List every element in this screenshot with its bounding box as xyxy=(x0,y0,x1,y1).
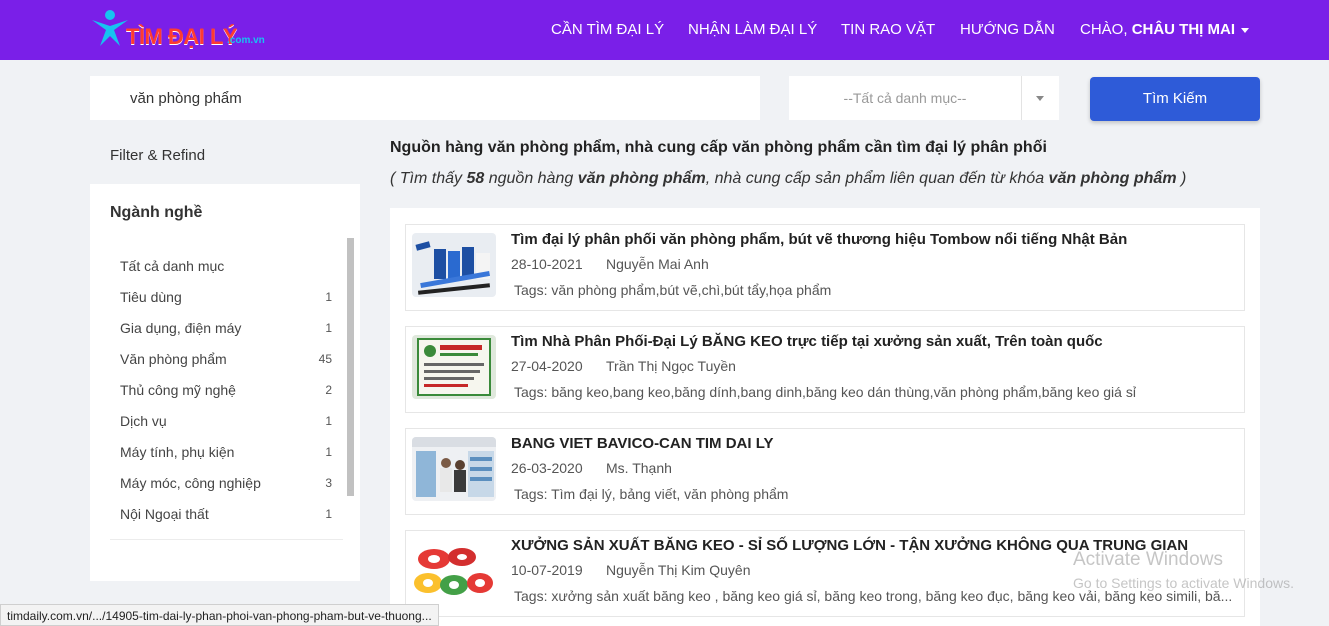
sidebar-heading: Ngành nghề xyxy=(110,204,203,221)
user-menu[interactable]: CHÀO, CHÂU THỊ MAI xyxy=(1080,0,1250,60)
category-label: Gia dụng, điện máy xyxy=(120,320,242,336)
category-count: 2 xyxy=(325,383,332,397)
nav-tin-rao-vat[interactable]: TIN RAO VẶT xyxy=(841,0,935,60)
nav-huong-dan[interactable]: HƯỚNG DẪN xyxy=(960,0,1055,60)
result-author: Trần Thị Ngọc Tuyền xyxy=(606,358,736,374)
sidebar-panel: Ngành nghề Tất cả danh mục Tiêu dùng 1 G… xyxy=(90,184,360,581)
category-item[interactable]: Máy móc, công nghiệp 3 xyxy=(120,475,332,506)
nav-nhan-lam-dai-ly[interactable]: NHẬN LÀM ĐẠI LÝ xyxy=(688,0,817,60)
result-card[interactable]: BANG VIET BAVICO-CAN TIM DAI LY 26-03-20… xyxy=(405,428,1245,515)
category-item[interactable]: Tiêu dùng 1 xyxy=(120,289,332,320)
nav-can-tim-dai-ly[interactable]: CẦN TÌM ĐẠI LÝ xyxy=(551,0,664,60)
top-navbar: TÌM ĐẠI LÝ .com.vn CẦN TÌM ĐẠI LÝ NHẬN L… xyxy=(0,0,1329,60)
result-title[interactable]: Tìm đại lý phân phối văn phòng phẩm, bút… xyxy=(511,231,1127,248)
category-scrollbar[interactable] xyxy=(347,238,354,496)
search-button[interactable]: Tìm Kiếm xyxy=(1090,77,1260,121)
category-item[interactable]: Tất cả danh mục xyxy=(120,258,332,289)
results-title: Nguồn hàng văn phòng phẩm, nhà cung cấp … xyxy=(390,139,1047,156)
result-author: Nguyễn Mai Anh xyxy=(606,256,709,272)
result-thumbnail[interactable] xyxy=(412,233,496,297)
category-select-value: --Tất cả danh mục-- xyxy=(843,90,967,106)
select-divider xyxy=(1021,76,1022,120)
result-thumbnail[interactable] xyxy=(412,335,496,399)
result-date: 27-04-2020 xyxy=(511,358,583,374)
category-label: Văn phòng phẩm xyxy=(120,351,227,367)
chevron-down-icon xyxy=(1241,27,1250,33)
result-tags: Tags: băng keo,bang keo,băng dính,bang d… xyxy=(514,384,1136,400)
result-author: Nguyễn Thị Kim Quyên xyxy=(606,562,751,578)
category-label: Nội Ngoại thất xyxy=(120,506,209,522)
category-label: Thủ công mỹ nghệ xyxy=(120,382,236,398)
result-thumbnail[interactable] xyxy=(412,539,496,603)
category-item[interactable]: Nội Ngoại thất 1 xyxy=(120,506,332,537)
category-label: Máy tính, phụ kiện xyxy=(120,444,235,460)
summary-suffix: ) xyxy=(1181,170,1187,187)
category-label: Dịch vụ xyxy=(120,413,167,429)
result-card[interactable]: XƯỞNG SẢN XUẤT BĂNG KEO - SỈ SỐ LƯỢNG LỚ… xyxy=(405,530,1245,617)
result-card[interactable]: Tìm đại lý phân phối văn phòng phẩm, bút… xyxy=(405,224,1245,311)
category-item[interactable]: Văn phòng phẩm 45 xyxy=(120,351,332,382)
greeting-text: CHÀO, xyxy=(1080,21,1128,38)
category-select[interactable]: --Tất cả danh mục-- xyxy=(789,76,1059,120)
category-item[interactable]: Gia dụng, điện máy 1 xyxy=(120,320,332,351)
summary-keyword: văn phòng phẩm xyxy=(577,170,706,187)
logo-domain: .com.vn xyxy=(227,35,265,46)
chevron-down-icon xyxy=(1036,96,1044,101)
windows-activation-subtitle: Go to Settings to activate Windows. xyxy=(1073,575,1294,591)
result-date: 28-10-2021 xyxy=(511,256,583,272)
result-tags: Tags: Tìm đại lý, bảng viết, văn phòng p… xyxy=(514,486,789,502)
result-title[interactable]: BANG VIET BAVICO-CAN TIM DAI LY xyxy=(511,435,774,452)
logo-figure-icon xyxy=(92,10,128,46)
category-count: 1 xyxy=(325,414,332,428)
result-title[interactable]: Tìm Nhà Phân Phối-Đại Lý BĂNG KEO trực t… xyxy=(511,333,1103,350)
result-date: 26-03-2020 xyxy=(511,460,583,476)
summary-prefix: ( Tìm thấy xyxy=(390,170,463,187)
category-count: 1 xyxy=(325,445,332,459)
result-author: Ms. Thạnh xyxy=(606,460,672,476)
category-label: Tiêu dùng xyxy=(120,289,182,305)
category-count: 45 xyxy=(318,352,332,366)
results-count: 58 xyxy=(466,170,485,187)
windows-activation-title: Activate Windows xyxy=(1073,549,1223,570)
result-tags: Tags: văn phòng phẩm,bút vẽ,chì,bút tẩy,… xyxy=(514,282,832,298)
category-list: Tất cả danh mục Tiêu dùng 1 Gia dụng, đi… xyxy=(110,250,343,540)
result-thumbnail[interactable] xyxy=(412,437,496,501)
browser-status-url: timdaily.com.vn/.../14905-tim-dai-ly-pha… xyxy=(0,604,439,626)
category-label: Tất cả danh mục xyxy=(120,258,225,274)
category-count: 1 xyxy=(325,507,332,521)
category-item[interactable]: Thủ công mỹ nghệ 2 xyxy=(120,382,332,413)
category-count: 3 xyxy=(325,476,332,490)
user-name: CHÂU THỊ MAI xyxy=(1131,21,1236,38)
summary-text: nguồn hàng xyxy=(488,170,574,187)
site-logo[interactable]: TÌM ĐẠI LÝ .com.vn xyxy=(90,8,270,52)
result-date: 10-07-2019 xyxy=(511,562,583,578)
result-card[interactable]: Tìm Nhà Phân Phối-Đại Lý BĂNG KEO trực t… xyxy=(405,326,1245,413)
summary-keyword: văn phòng phẩm xyxy=(1048,170,1177,187)
logo-text: TÌM ĐẠI LÝ xyxy=(126,24,238,49)
category-item[interactable]: Máy tính, phụ kiện 1 xyxy=(120,444,332,475)
category-count: 1 xyxy=(325,321,332,335)
category-item[interactable]: Dịch vụ 1 xyxy=(120,413,332,444)
results-summary: ( Tìm thấy 58 nguồn hàng văn phòng phẩm,… xyxy=(390,170,1186,188)
category-count: 1 xyxy=(325,290,332,304)
filter-title: Filter & Refind xyxy=(110,147,206,164)
search-input[interactable] xyxy=(90,76,760,120)
category-label: Máy móc, công nghiệp xyxy=(120,475,261,491)
summary-text: , nhà cung cấp sản phẩm liên quan đến từ… xyxy=(705,170,1045,187)
